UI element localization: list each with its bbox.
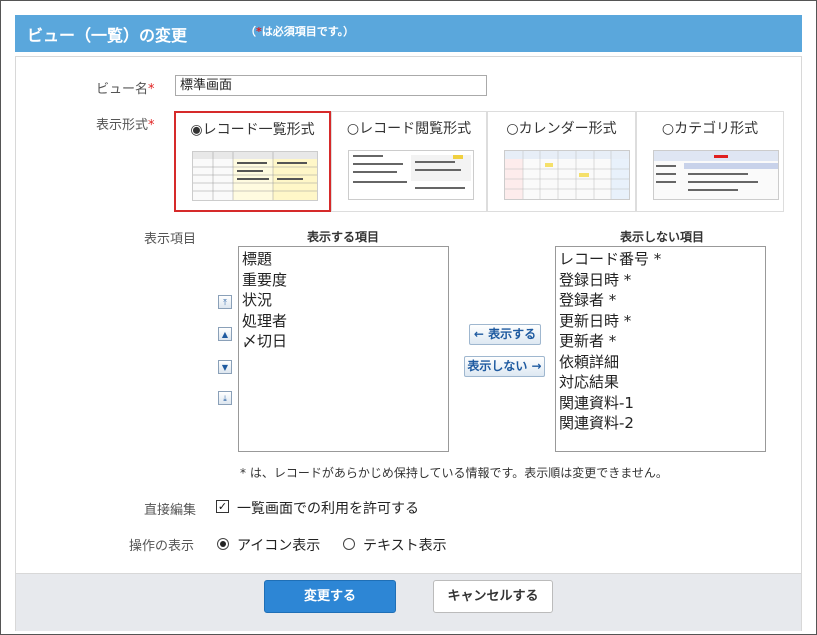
list-item[interactable]: 登録者 * [559, 290, 762, 311]
required-note-prefix: （ [245, 25, 256, 38]
list-item[interactable]: 処理者 [242, 311, 445, 332]
move-down-button[interactable]: ▼ [218, 360, 232, 374]
display-items-label: 表示項目 [144, 232, 197, 247]
format-option-label: ◉レコード一覧形式 [190, 122, 315, 138]
view-name-label: ビュー名* [96, 78, 155, 97]
required-mark: * [148, 118, 155, 133]
list-item[interactable]: 更新者 * [559, 331, 762, 352]
direct-edit-label: 直接編集 [144, 503, 197, 518]
list-item[interactable]: 関連資料-2 [559, 413, 762, 434]
list-item[interactable]: 対応結果 [559, 372, 762, 393]
show-item-button[interactable]: ← 表示する [469, 324, 541, 345]
list-item[interactable]: 更新日時 * [559, 311, 762, 332]
record-view-thumbnail [348, 150, 474, 200]
format-option-label: ○カレンダー形式 [506, 121, 617, 137]
operation-icon-label[interactable]: アイコン表示 [237, 535, 320, 555]
cancel-button[interactable]: キャンセルする [433, 580, 553, 613]
move-top-button[interactable]: ⤒ [218, 295, 232, 309]
required-note-suffix: は必須項目です。） [261, 25, 355, 38]
list-item[interactable]: 重要度 [242, 270, 445, 291]
direct-edit-option-label[interactable]: 一覧画面での利用を許可する [237, 498, 419, 518]
format-option-record-view[interactable]: ○レコード閲覧形式 [331, 111, 487, 212]
list-item[interactable]: 依頼詳細 [559, 352, 762, 373]
shown-items-list[interactable]: 標題 重要度 状況 処理者 〆切日 [238, 246, 449, 452]
hidden-items-list[interactable]: レコード番号 * 登録日時 * 登録者 * 更新日時 * 更新者 * 依頼詳細 … [555, 246, 766, 452]
page-title: ビュー（一覧）の変更 [27, 26, 188, 45]
format-option-calendar[interactable]: ○カレンダー形式 [487, 111, 636, 212]
record-list-thumbnail [192, 151, 318, 201]
list-item[interactable]: 関連資料-1 [559, 393, 762, 414]
calendar-thumbnail [504, 150, 630, 200]
display-format-label-text: 表示形式 [96, 118, 149, 133]
view-name-input[interactable]: 標準画面 [175, 75, 487, 96]
list-item[interactable]: 標題 [242, 249, 445, 270]
list-item[interactable]: 〆切日 [242, 331, 445, 352]
operation-icon-radio[interactable] [217, 538, 229, 550]
required-mark: * [148, 82, 155, 97]
form-footer [16, 573, 801, 631]
move-bottom-button[interactable]: ⤓ [218, 391, 232, 405]
format-option-label: ○カテゴリ形式 [661, 121, 759, 137]
format-option-label: ○レコード閲覧形式 [346, 121, 472, 137]
submit-button[interactable]: 変更する [264, 580, 396, 613]
operation-display-label: 操作の表示 [129, 539, 195, 554]
shown-items-title: 表示する項目 [307, 230, 380, 244]
operation-text-label[interactable]: テキスト表示 [363, 535, 447, 555]
list-item[interactable]: 登録日時 * [559, 270, 762, 291]
format-option-record-list[interactable]: ◉レコード一覧形式 [174, 111, 331, 212]
view-name-label-text: ビュー名 [96, 82, 149, 97]
move-up-button[interactable]: ▲ [218, 327, 232, 341]
display-format-options: ◉レコード一覧形式 ○レコード閲覧形式 ○カレンダー形式 ○カテゴリ形式 [174, 111, 784, 212]
format-option-category[interactable]: ○カテゴリ形式 [636, 111, 784, 212]
direct-edit-checkbox[interactable]: ✓ [216, 500, 229, 513]
items-footnote: * は、レコードがあらかじめ保持している情報です。表示順は変更できません。 [240, 466, 668, 480]
hidden-items-title: 表示しない項目 [620, 230, 705, 244]
required-note: （*は必須項目です。） [245, 23, 354, 39]
list-item[interactable]: 状況 [242, 290, 445, 311]
display-format-label: 表示形式* [96, 114, 155, 133]
hide-item-button[interactable]: 表示しない → [464, 356, 545, 377]
operation-text-radio[interactable] [343, 538, 355, 550]
page-header: ビュー（一覧）の変更 （*は必須項目です。） [15, 15, 802, 52]
category-thumbnail [653, 150, 779, 200]
list-item[interactable]: レコード番号 * [559, 249, 762, 270]
